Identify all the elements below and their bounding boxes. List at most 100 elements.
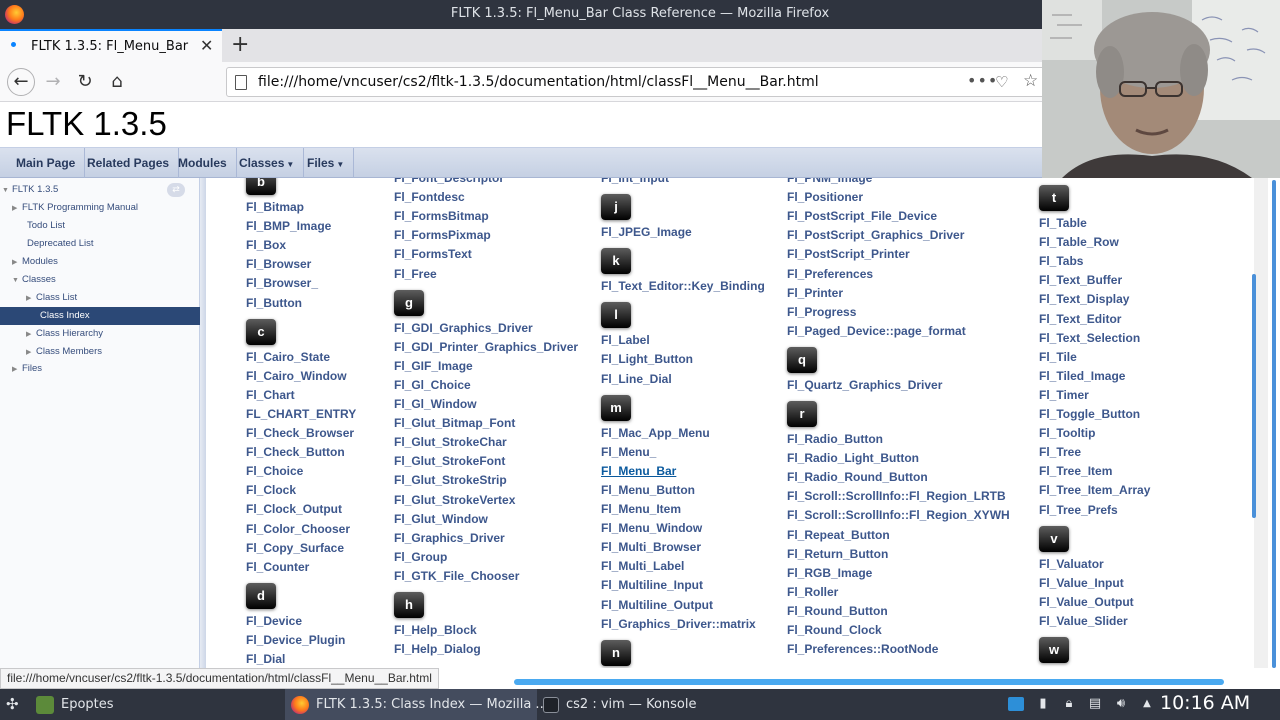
class-link[interactable]: Fl_Paged_Device::page_format	[787, 324, 966, 338]
class-link[interactable]: Fl_Fontdesc	[394, 190, 465, 204]
collapsed-arrow-icon[interactable]: ▶	[12, 200, 22, 218]
class-link[interactable]: Fl_Browser_	[246, 276, 318, 290]
class-link[interactable]: FL_CHART_ENTRY	[246, 407, 356, 421]
collapsed-arrow-icon[interactable]: ▶	[26, 290, 36, 308]
content-scrollbar-track[interactable]	[1254, 178, 1268, 668]
tree-item-root[interactable]: ▼ FLTK 1.3.5	[2, 181, 58, 199]
class-link[interactable]: Fl_Multi_Label	[601, 559, 684, 573]
class-link[interactable]: Fl_Label	[601, 333, 650, 347]
class-link[interactable]: Fl_Menu_	[601, 445, 656, 459]
class-link[interactable]: Fl_Tree_Item_Array	[1039, 483, 1150, 497]
class-link[interactable]: Fl_PNM_Image	[787, 178, 872, 185]
class-link[interactable]: Fl_Counter	[246, 560, 309, 574]
class-link[interactable]: Fl_Tree_Prefs	[1039, 503, 1118, 517]
task-firefox[interactable]: FLTK 1.3.5: Class Index — Mozilla ...	[285, 689, 548, 720]
class-link[interactable]: Fl_Clock	[246, 483, 296, 497]
expanded-arrow-icon[interactable]: ▼	[12, 272, 22, 290]
class-link[interactable]: Fl_Check_Button	[246, 445, 345, 459]
class-link[interactable]: Fl_Browser	[246, 257, 311, 271]
tree-item-modules[interactable]: ▶ Modules	[12, 253, 58, 271]
tree-item-deprecated[interactable]: Deprecated List	[27, 235, 94, 253]
class-link[interactable]: Fl_Box	[246, 238, 286, 252]
class-link[interactable]: Fl_Text_Editor	[1039, 312, 1121, 326]
tab-active[interactable]: FLTK 1.3.5: Fl_Menu_Bar Cl ✕	[0, 29, 222, 62]
class-link[interactable]: Fl_Scroll::ScrollInfo::Fl_Region_LRTB	[787, 489, 1006, 503]
clipboard-tray-icon[interactable]: ▤	[1088, 697, 1102, 711]
class-link[interactable]: Fl_Check_Browser	[246, 426, 354, 440]
class-link[interactable]: Fl_Text_Editor::Key_Binding	[601, 279, 765, 293]
class-link[interactable]: Fl_Positioner	[787, 190, 863, 204]
class-link[interactable]: Fl_Mac_App_Menu	[601, 426, 710, 440]
class-link[interactable]: Fl_Tiled_Image	[1039, 369, 1125, 383]
class-link[interactable]: Fl_FormsBitmap	[394, 209, 489, 223]
class-link[interactable]: Fl_Glut_StrokeStrip	[394, 473, 507, 487]
collapsed-arrow-icon[interactable]: ▶	[26, 326, 36, 344]
tab-modules[interactable]: Modules	[169, 148, 237, 179]
class-link[interactable]: Fl_Table_Row	[1039, 235, 1119, 249]
url-text[interactable]: file:///home/vncuser/cs2/fltk-1.3.5/docu…	[258, 74, 819, 90]
class-link[interactable]: Fl_Cairo_State	[246, 350, 330, 364]
class-link[interactable]: Fl_Text_Buffer	[1039, 273, 1122, 287]
class-link[interactable]: Fl_Menu_Bar	[601, 464, 676, 478]
class-link[interactable]: Fl_GIF_Image	[394, 359, 473, 373]
tree-item-class-hierarchy[interactable]: ▶ Class Hierarchy	[26, 325, 103, 343]
class-link[interactable]: Fl_Repeat_Button	[787, 528, 890, 542]
tree-item-classes[interactable]: ▼ Classes	[12, 271, 56, 289]
class-link[interactable]: Fl_RGB_Image	[787, 566, 872, 580]
tree-item-class-list[interactable]: ▶ Class List	[26, 289, 77, 307]
class-link[interactable]: Fl_GTK_File_Chooser	[394, 569, 519, 583]
class-link[interactable]: Fl_Return_Button	[787, 547, 888, 561]
class-link[interactable]: Fl_Help_Dialog	[394, 642, 481, 656]
class-link[interactable]: Fl_Valuator	[1039, 557, 1104, 571]
class-link[interactable]: Fl_Roller	[787, 585, 838, 599]
class-link[interactable]: Fl_Menu_Button	[601, 483, 695, 497]
class-link[interactable]: Fl_Table	[1039, 216, 1087, 230]
tree-item-todo[interactable]: Todo List	[27, 217, 65, 235]
class-link[interactable]: Fl_Font_Descriptor	[394, 178, 504, 185]
class-link[interactable]: Fl_Choice	[246, 464, 303, 478]
class-link[interactable]: Fl_Button	[246, 296, 302, 310]
class-link[interactable]: Fl_Glut_StrokeChar	[394, 435, 507, 449]
bookmark-star-icon[interactable]: ☆	[1023, 71, 1038, 91]
class-link[interactable]: Fl_Timer	[1039, 388, 1089, 402]
class-link[interactable]: Fl_Round_Button	[787, 604, 888, 618]
class-link[interactable]: Fl_Preferences	[787, 267, 873, 281]
class-link[interactable]: Fl_JPEG_Image	[601, 225, 692, 239]
class-link[interactable]: Fl_Value_Output	[1039, 595, 1134, 609]
class-link[interactable]: Fl_Multiline_Output	[601, 598, 713, 612]
back-button[interactable]: ←	[7, 68, 35, 96]
tree-item-files[interactable]: ▶ Files	[12, 360, 42, 378]
class-link[interactable]: Fl_PostScript_File_Device	[787, 209, 937, 223]
class-link[interactable]: Fl_Free	[394, 267, 437, 281]
tree-item-class-members[interactable]: ▶ Class Members	[26, 343, 102, 361]
class-link[interactable]: Fl_Radio_Button	[787, 432, 883, 446]
page-actions-icon[interactable]: •••	[967, 71, 998, 90]
home-button[interactable]: ⌂	[105, 70, 129, 94]
new-tab-button[interactable]: +	[231, 32, 249, 57]
class-link[interactable]: Fl_Line_Dial	[601, 372, 672, 386]
class-link[interactable]: Fl_Glut_Window	[394, 512, 488, 526]
class-link[interactable]: Fl_Tree_Item	[1039, 464, 1112, 478]
class-link[interactable]: Fl_Radio_Round_Button	[787, 470, 928, 484]
class-link[interactable]: Fl_Menu_Window	[601, 521, 702, 535]
app-menu-icon[interactable]: ✣	[6, 689, 26, 720]
content-scrollbar-thumb[interactable]	[1252, 274, 1256, 518]
tab-classes[interactable]: Classes ▼	[230, 148, 305, 179]
class-link[interactable]: Fl_FormsText	[394, 247, 472, 261]
pocket-icon[interactable]: ♡	[995, 73, 1008, 91]
class-link[interactable]: Fl_Value_Input	[1039, 576, 1124, 590]
reload-button[interactable]: ↻	[73, 70, 97, 94]
class-link[interactable]: Fl_Glut_StrokeFont	[394, 454, 505, 468]
class-link[interactable]: Fl_Text_Selection	[1039, 331, 1140, 345]
class-link[interactable]: Fl_Glut_Bitmap_Font	[394, 416, 515, 430]
class-link[interactable]: Fl_Tree	[1039, 445, 1081, 459]
class-link[interactable]: Fl_Device	[246, 614, 302, 628]
sync-toc-icon[interactable]: ⇄	[167, 183, 185, 197]
class-link[interactable]: Fl_Gl_Choice	[394, 378, 471, 392]
chat-tray-icon[interactable]	[1008, 697, 1024, 711]
class-link[interactable]: Fl_Bitmap	[246, 200, 304, 214]
class-link[interactable]: Fl_Tile	[1039, 350, 1077, 364]
class-link[interactable]: Fl_Radio_Light_Button	[787, 451, 919, 465]
class-link[interactable]: Fl_Menu_Item	[601, 502, 681, 516]
class-link[interactable]: Fl_Scroll::ScrollInfo::Fl_Region_XYWH	[787, 508, 1010, 522]
